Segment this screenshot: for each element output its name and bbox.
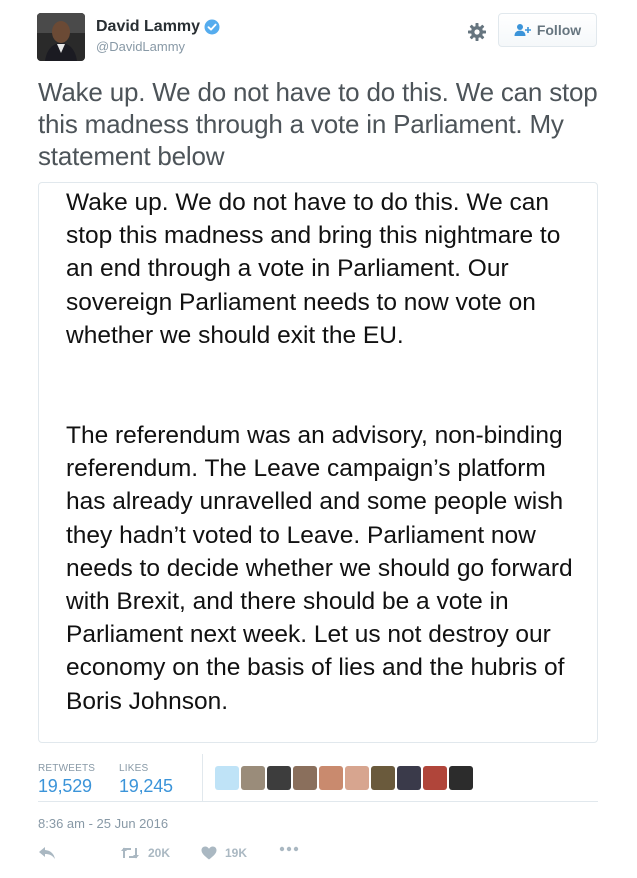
like-button[interactable]: 19K [201, 846, 247, 860]
liker-avatar[interactable] [345, 766, 369, 790]
stats-divider [202, 754, 203, 802]
tweet-actions: 20K 19K [38, 846, 598, 868]
more-button[interactable] [279, 846, 299, 852]
author-name[interactable]: David Lammy [96, 18, 220, 36]
tweet-header: David Lammy @DavidLammy Follow [37, 13, 599, 63]
author-block: David Lammy @DavidLammy [96, 18, 220, 54]
liker-avatar[interactable] [449, 766, 473, 790]
author-name-text[interactable]: David Lammy [96, 18, 200, 36]
liker-avatar[interactable] [319, 766, 343, 790]
liker-avatar[interactable] [371, 766, 395, 790]
heart-icon [201, 846, 217, 860]
verified-badge-icon [204, 19, 220, 35]
retweet-button[interactable]: 20K [120, 846, 170, 860]
liker-avatar[interactable] [397, 766, 421, 790]
retweet-icon [121, 847, 139, 859]
liker-avatar[interactable] [215, 766, 239, 790]
statement-paragraph-2: The referendum was an advisory, non-bind… [66, 422, 573, 715]
liker-avatars [215, 766, 473, 790]
liker-avatar[interactable] [241, 766, 265, 790]
retweets-stat[interactable]: RETWEETS 19,529 [38, 763, 95, 797]
follow-button[interactable]: Follow [498, 13, 597, 47]
reply-icon [39, 847, 55, 859]
retweets-label: RETWEETS [38, 763, 96, 774]
follow-button-label: Follow [536, 22, 582, 38]
likes-label: LIKES [119, 763, 149, 774]
tweet-text: Wake up. We do not have to do this. We c… [38, 77, 598, 171]
statement-paragraph-1: Wake up. We do not have to do this. We c… [66, 189, 561, 349]
liker-avatar[interactable] [423, 766, 447, 790]
gear-icon[interactable] [467, 22, 487, 42]
more-dots-icon [279, 846, 299, 852]
likes-count: 19,245 [119, 776, 173, 796]
like-count: 19K [225, 846, 248, 860]
retweet-count: 20K [148, 846, 171, 860]
liker-avatar[interactable] [293, 766, 317, 790]
reply-button[interactable] [38, 846, 56, 860]
tweet-stats: RETWEETS 19,529 LIKES 19,245 [38, 754, 598, 802]
retweets-count: 19,529 [38, 776, 92, 796]
likes-stat[interactable]: LIKES 19,245 [119, 763, 173, 797]
liker-avatar[interactable] [267, 766, 291, 790]
avatar[interactable] [37, 13, 85, 61]
statement-image[interactable]: Wake up. We do not have to do this. We c… [38, 182, 598, 743]
avatar-image [37, 13, 85, 61]
person-add-icon [514, 24, 531, 36]
tweet-timestamp[interactable]: 8:36 am - 25 Jun 2016 [38, 816, 168, 831]
author-handle[interactable]: @DavidLammy [96, 39, 220, 54]
